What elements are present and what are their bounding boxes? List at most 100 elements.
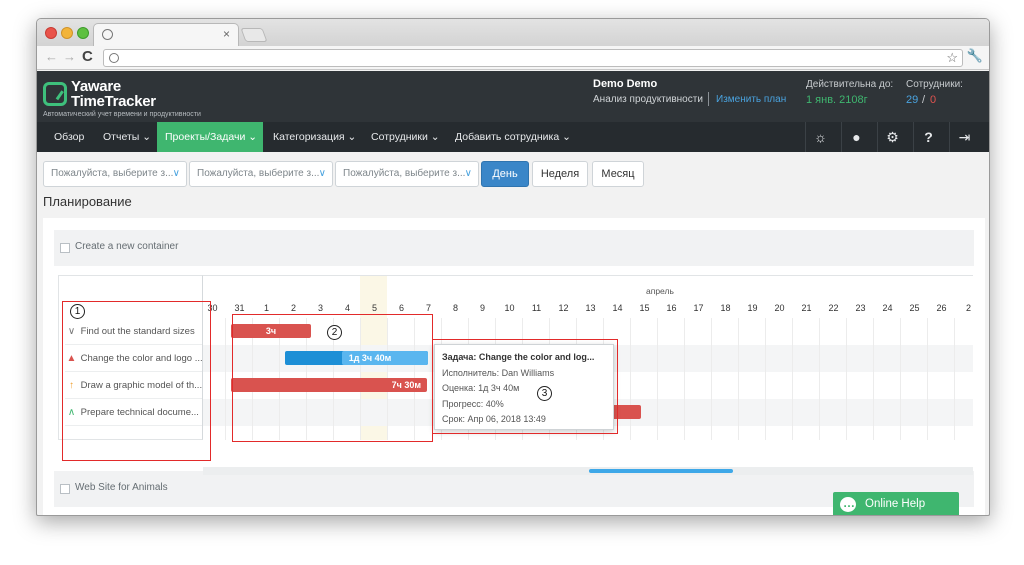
day-button[interactable]: День [481, 161, 529, 187]
staff-label: Сотрудники: [906, 79, 963, 90]
week-button[interactable]: Неделя [532, 161, 588, 187]
day-label: 25 [909, 303, 920, 313]
day-label: 5 [371, 303, 377, 313]
grid-line [873, 318, 874, 440]
divider [708, 92, 709, 106]
minimize-window-button[interactable] [61, 27, 73, 39]
day-label: 7 [425, 303, 431, 313]
plan-name: Анализ продуктивности [593, 94, 703, 105]
day-label: 11 [531, 303, 542, 313]
day-label: 22 [828, 303, 839, 313]
chevron-down-icon: ∨ [464, 168, 472, 179]
menu-categorization[interactable]: Категоризация ⌄ [265, 122, 364, 152]
filter-select-3[interactable]: Пожалуйста, выберите з... ∨ [335, 161, 479, 187]
wrench-icon[interactable]: 🔧 [967, 48, 983, 64]
maximize-window-button[interactable] [77, 27, 89, 39]
tab-close-icon[interactable]: × [223, 27, 230, 41]
bookmark-star-icon[interactable]: ☆ [946, 50, 958, 66]
reload-icon[interactable]: C [82, 48, 93, 65]
grid-line [954, 318, 955, 440]
forward-arrow-icon[interactable]: → [63, 49, 76, 64]
scrollbar-thumb[interactable] [589, 469, 733, 473]
grid-line [738, 318, 739, 440]
page-title: Планирование [43, 194, 132, 209]
horizontal-scrollbar[interactable] [203, 467, 973, 475]
staff-free-count: 0 [930, 94, 937, 106]
filter-select-3-placeholder: Пожалуйста, выберите з... [343, 168, 466, 179]
new-tab-button[interactable] [240, 28, 268, 42]
day-label: 26 [936, 303, 947, 313]
logo-icon [43, 82, 67, 106]
day-label: 24 [882, 303, 893, 313]
collapse-toggle-icon[interactable] [60, 243, 70, 253]
day-label: 2 [965, 303, 971, 313]
container-row[interactable]: Create a new container [54, 230, 974, 266]
day-label: 9 [479, 303, 485, 313]
valid-until-label: Действительна до: [806, 79, 894, 90]
day-label: 23 [855, 303, 866, 313]
chevron-down-icon: ∨ [172, 168, 180, 179]
lightbulb-icon[interactable]: ☼ [805, 122, 835, 152]
globe-icon [102, 29, 113, 40]
day-label: 3 [317, 303, 323, 313]
change-plan-link[interactable]: Изменить план [716, 94, 786, 105]
help-icon[interactable]: ? [913, 122, 943, 152]
close-window-button[interactable] [45, 27, 57, 39]
browser-tab[interactable]: × [93, 23, 239, 46]
day-label: 21 [801, 303, 812, 313]
staff-separator: / [922, 94, 926, 106]
day-label: 6 [398, 303, 404, 313]
grid-line [684, 318, 685, 440]
collapse-toggle-icon[interactable] [60, 484, 70, 494]
filter-select-2-placeholder: Пожалуйста, выберите з... [197, 168, 320, 179]
grid-line [711, 318, 712, 440]
menu-add-employee[interactable]: Добавить сотрудника ⌄ [447, 122, 579, 152]
menu-reports[interactable]: Отчеты ⌄ [95, 122, 159, 152]
annotation-number-3: 3 [537, 386, 552, 401]
user-icon[interactable]: ● [841, 122, 871, 152]
logo-text-line2: TimeTracker [71, 93, 156, 110]
app-header: Yaware TimeTracker Автоматический учет в… [37, 71, 989, 122]
annotation-number-1: 1 [70, 304, 85, 319]
day-label: 8 [452, 303, 458, 313]
gear-icon[interactable]: ⚙ [877, 122, 907, 152]
day-label: 2 [290, 303, 296, 313]
grid-line [657, 318, 658, 440]
grid-line [927, 318, 928, 440]
annotation-box-1 [62, 301, 211, 461]
grid-line [900, 318, 901, 440]
day-label: 12 [558, 303, 569, 313]
globe-icon [109, 53, 119, 63]
day-label: 20 [774, 303, 785, 313]
valid-until-value: 1 янв. 2108г [806, 94, 868, 106]
address-bar[interactable]: ☆ [103, 49, 963, 67]
menu-overview[interactable]: Обзор [46, 122, 92, 152]
tab-bar: × [37, 19, 989, 46]
day-label: 10 [504, 303, 515, 313]
day-label: 15 [639, 303, 650, 313]
grid-line [225, 318, 226, 440]
chat-bubble-icon [840, 491, 856, 515]
grid-line [846, 318, 847, 440]
day-label: 19 [747, 303, 758, 313]
day-label: 1 [263, 303, 269, 313]
day-label: 4 [344, 303, 350, 313]
month-label: апрель [646, 286, 674, 296]
back-arrow-icon[interactable]: ← [45, 49, 58, 64]
logout-icon[interactable]: ⇥ [949, 122, 979, 152]
filter-select-1-placeholder: Пожалуйста, выберите з... [51, 168, 174, 179]
online-help-button[interactable]: Online Help [833, 491, 959, 515]
day-label: 31 [234, 303, 245, 313]
menu-projects-tasks[interactable]: Проекты/Задачи ⌄ [157, 122, 263, 152]
logo-tagline: Автоматический учет времени и продуктивн… [43, 111, 201, 118]
grid-line [765, 318, 766, 440]
grid-line [630, 318, 631, 440]
day-label: 13 [585, 303, 596, 313]
filter-select-2[interactable]: Пожалуйста, выберите з... ∨ [189, 161, 333, 187]
menu-employees[interactable]: Сотрудники ⌄ [363, 122, 448, 152]
staff-used-count: 29 [906, 94, 919, 106]
filter-select-1[interactable]: Пожалуйста, выберите з... ∨ [43, 161, 187, 187]
container-label: Create a new container [75, 241, 179, 252]
month-button[interactable]: Месяц [592, 161, 644, 187]
browser-toolbar: ← → C ☆ 🔧 [37, 46, 989, 70]
